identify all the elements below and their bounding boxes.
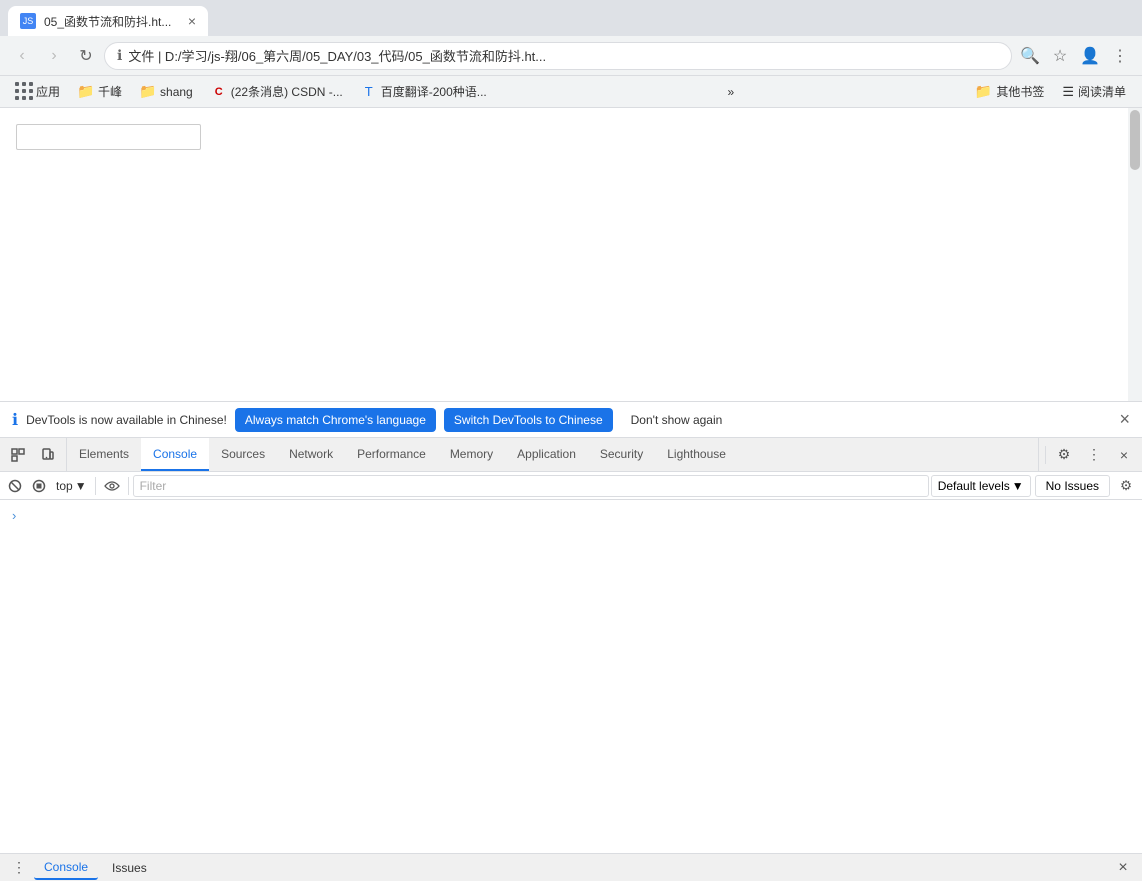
bookmark-apps-label: 应用 (36, 83, 60, 100)
devtools-left-icons (0, 438, 67, 471)
reading-list-label: 阅读清单 (1078, 83, 1126, 100)
bookmark-shang-label: shang (160, 85, 193, 99)
switch-to-chinese-button[interactable]: Switch DevTools to Chinese (444, 408, 613, 432)
default-levels-dropdown[interactable]: Default levels ▼ (931, 475, 1031, 497)
bookmark-apps[interactable]: 应用 (8, 80, 68, 104)
no-issues-button[interactable]: No Issues (1035, 475, 1110, 497)
tab-bar: JS 05_函数节流和防抖.ht... × (0, 0, 1142, 36)
devtools-bottom-bar: ⋮ Console Issues × (0, 853, 1142, 881)
devtools-notification-bar: ℹ DevTools is now available in Chinese! … (0, 402, 1142, 438)
notification-info-icon: ℹ (12, 410, 18, 430)
bookmark-star-button[interactable]: ☆ (1046, 42, 1074, 70)
tab-close-btn[interactable]: × (188, 13, 196, 29)
default-levels-label: Default levels (938, 479, 1010, 493)
devtools-close-button[interactable]: × (1110, 442, 1138, 468)
profile-button[interactable]: 👤 (1076, 42, 1104, 70)
scrollbar[interactable] (1128, 108, 1142, 401)
back-button[interactable]: ‹ (8, 42, 36, 70)
devtools-settings-button[interactable]: ⚙ (1050, 442, 1078, 468)
context-selector[interactable]: top ▼ (52, 475, 91, 497)
page-input-area (0, 108, 1142, 166)
dont-show-button[interactable]: Don't show again (621, 408, 733, 432)
bottom-console-label: Console (44, 860, 88, 874)
console-filter-input[interactable] (133, 475, 929, 497)
no-issues-label: No Issues (1046, 479, 1099, 493)
reading-list[interactable]: ☰ 阅读清单 (1054, 80, 1134, 104)
tab-elements[interactable]: Elements (67, 438, 141, 471)
tab-network[interactable]: Network (277, 438, 345, 471)
notification-message: DevTools is now available in Chinese! (26, 413, 227, 427)
tab-memory[interactable]: Memory (438, 438, 505, 471)
more-menu-button[interactable]: ⋮ (1106, 42, 1134, 70)
address-bar[interactable]: ℹ 文件 | D:/学习/js-翔/06_第六周/05_DAY/03_代码/05… (104, 42, 1012, 70)
console-eye-button[interactable] (100, 475, 124, 497)
browser-tab[interactable]: JS 05_函数节流和防抖.ht... × (8, 6, 208, 36)
nav-actions: 🔍 ☆ 👤 ⋮ (1016, 42, 1134, 70)
devtools-more-button[interactable]: ⋮ (1080, 442, 1108, 468)
scrollbar-thumb[interactable] (1130, 110, 1140, 170)
tab-application[interactable]: Application (505, 438, 588, 471)
console-divider (95, 477, 96, 495)
console-prompt-arrow[interactable]: › (0, 504, 1142, 527)
tab-favicon: JS (20, 13, 36, 29)
match-language-button[interactable]: Always match Chrome's language (235, 408, 436, 432)
bookmark-shang[interactable]: 📁 shang (132, 80, 201, 104)
bookmark-csdn-label: (22条消息) CSDN -... (231, 83, 343, 100)
tab-security[interactable]: Security (588, 438, 655, 471)
bookmarks-more-button[interactable]: » (719, 80, 742, 104)
bookmark-translate[interactable]: T 百度翻译-200种语... (353, 80, 495, 104)
bookmarks-right: 📁 其他书签 ☰ 阅读清单 (967, 80, 1134, 104)
tab-console[interactable]: Console (141, 438, 209, 471)
translate-icon: T (361, 84, 377, 100)
address-info-icon: ℹ (117, 47, 122, 64)
bottom-issues-label: Issues (112, 861, 147, 875)
page-input-field[interactable] (16, 124, 201, 150)
folder-icon-shang: 📁 (140, 84, 156, 100)
toolbar-divider (1045, 446, 1046, 464)
other-bookmarks-label: 其他书签 (996, 83, 1044, 100)
page-content: ℹ DevTools is now available in Chinese! … (0, 108, 1142, 881)
bookmarks-more-label: » (727, 85, 734, 99)
nav-bar: ‹ › ↻ ℹ 文件 | D:/学习/js-翔/06_第六周/05_DAY/03… (0, 36, 1142, 76)
bottom-close-button[interactable]: × (1112, 857, 1134, 879)
console-divider-2 (128, 477, 129, 495)
context-arrow-icon: ▼ (75, 479, 87, 493)
bookmark-qianfeng-label: 千峰 (98, 83, 122, 100)
console-content: › (0, 500, 1142, 853)
reload-button[interactable]: ↻ (72, 42, 100, 70)
devtools-toolbar: Elements Console Sources Network Perform… (0, 438, 1142, 472)
notification-close-button[interactable]: × (1119, 409, 1130, 430)
device-mode-button[interactable] (34, 442, 62, 468)
devtools-tabs: Elements Console Sources Network Perform… (67, 438, 1038, 471)
clear-console-button[interactable] (4, 475, 26, 497)
apps-icon (16, 84, 32, 100)
bookmark-csdn[interactable]: C (22条消息) CSDN -... (203, 80, 351, 104)
tab-title: 05_函数节流和防抖.ht... (44, 13, 180, 30)
page-main (0, 108, 1142, 401)
console-toolbar: top ▼ Default levels ▼ (0, 472, 1142, 500)
tab-lighthouse[interactable]: Lighthouse (655, 438, 738, 471)
folder-icon-qianfeng: 📁 (78, 84, 94, 100)
bookmarks-bar: 应用 📁 千峰 📁 shang C (22条消息) CSDN -... T 百度… (0, 76, 1142, 108)
stop-console-button[interactable] (28, 475, 50, 497)
inspect-element-button[interactable] (4, 442, 32, 468)
bottom-menu-button[interactable]: ⋮ (8, 857, 30, 879)
bookmark-qianfeng[interactable]: 📁 千峰 (70, 80, 130, 104)
default-levels-arrow: ▼ (1012, 479, 1024, 493)
console-toolbar-right: Default levels ▼ No Issues ⚙ (931, 475, 1138, 497)
devtools-panel: ℹ DevTools is now available in Chinese! … (0, 401, 1142, 881)
csdn-icon: C (211, 84, 227, 100)
tab-performance[interactable]: Performance (345, 438, 438, 471)
tab-sources[interactable]: Sources (209, 438, 277, 471)
other-bookmarks[interactable]: 📁 其他书签 (967, 80, 1052, 104)
search-button[interactable]: 🔍 (1016, 42, 1044, 70)
address-text: 文件 | D:/学习/js-翔/06_第六周/05_DAY/03_代码/05_函… (128, 46, 999, 65)
console-settings-button[interactable]: ⚙ (1114, 475, 1138, 497)
forward-button[interactable]: › (40, 42, 68, 70)
bookmark-translate-label: 百度翻译-200种语... (381, 83, 487, 100)
bottom-tab-issues[interactable]: Issues (102, 856, 157, 880)
devtools-right-icons: ⚙ ⋮ × (1038, 438, 1142, 471)
context-value: top (56, 479, 73, 493)
bottom-tab-console[interactable]: Console (34, 856, 98, 880)
